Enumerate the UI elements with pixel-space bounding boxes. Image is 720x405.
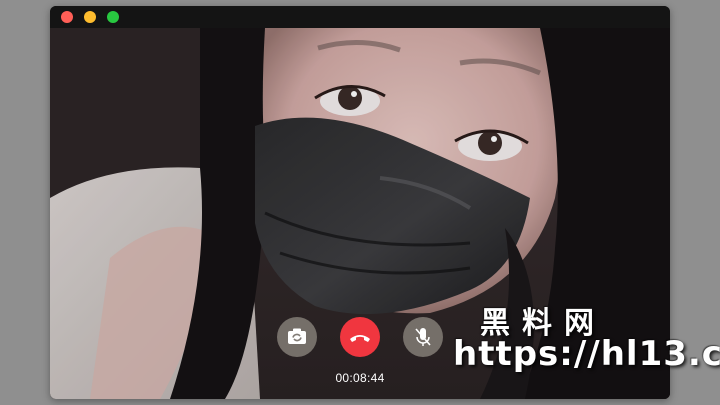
watermark-url: https://hl13.co	[453, 334, 720, 374]
phone-hangup-icon	[350, 335, 370, 342]
close-window-button[interactable]	[61, 11, 73, 23]
camera-flip-icon	[288, 328, 306, 344]
call-duration: 00:08:44	[335, 371, 385, 385]
mute-button[interactable]	[403, 317, 443, 357]
mic-off-icon	[415, 328, 431, 346]
minimize-window-button[interactable]	[84, 11, 96, 23]
maximize-window-button[interactable]	[107, 11, 119, 23]
end-call-button[interactable]	[340, 317, 380, 357]
flip-camera-button[interactable]	[277, 317, 317, 357]
title-bar	[50, 6, 670, 28]
